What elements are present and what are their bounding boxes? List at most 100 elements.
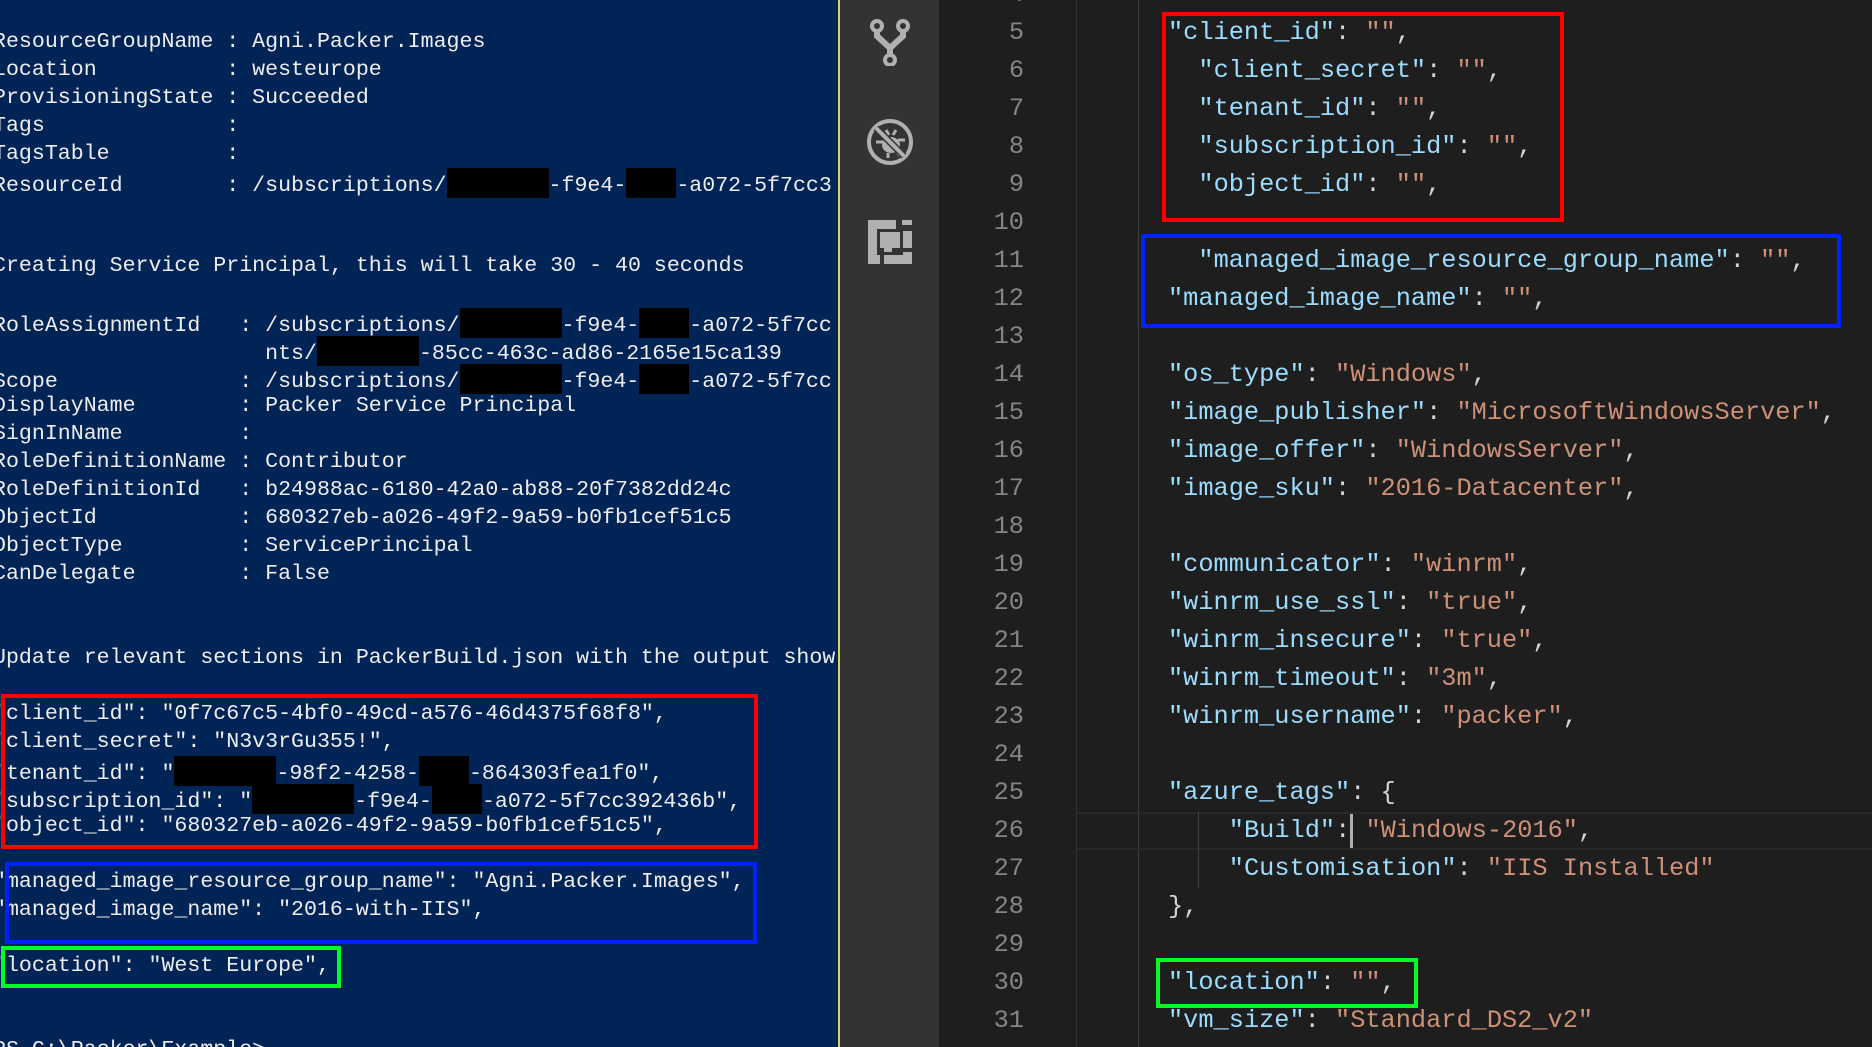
terminal-text: -85cc-463c-ad86-2165e15ca139 — [418, 342, 782, 366]
code-line[interactable]: "image_offer": "WindowsServer", — [1168, 432, 1639, 470]
terminal-line: PS C:\Packer\Example> — [0, 1036, 835, 1047]
json-punctuation: : — [1335, 474, 1366, 504]
extensions-icon[interactable] — [866, 218, 914, 266]
terminal-text: -f9e4- — [548, 174, 627, 198]
json-string: "Windows" — [1335, 360, 1472, 390]
terminal-text: CanDelegate : False — [0, 562, 330, 586]
code-editor[interactable]: "client_id": "", "client_secret": "", "ten… — [1077, 0, 1872, 1047]
code-line[interactable]: "os_type": "Windows", — [1168, 356, 1487, 394]
line-number-gutter: 4 5 6 7 8 9 10 11 12 13 14 15 16 17 18 19 20 21 22 23 24 25 26… — [939, 0, 1076, 1047]
terminal-text: Creating Service Principal, this will ta… — [0, 254, 745, 278]
terminal-text: ObjectType : ServicePrincipal — [0, 534, 473, 558]
json-string: "true" — [1441, 626, 1533, 656]
terminal-text: ResourceGroupName : Agni.Packer.Images — [0, 30, 486, 54]
json-punctuation: : — [1304, 1006, 1336, 1036]
redacted-block — [316, 336, 419, 366]
terminal-red-highlight-box — [1, 694, 758, 849]
terminal-line: Scope : /subscriptions/ -f9e4- -a072-5f7cc — [0, 364, 835, 394]
json-string: "WindowsServer" — [1395, 436, 1624, 466]
terminal-text: -a072-5f7cc — [689, 370, 832, 394]
terminal-line: RoleDefinitionId : b24988ac-6180-42a0-ab… — [0, 476, 835, 504]
json-key: "winrm_timeout" — [1168, 664, 1396, 694]
line-number: 18 — [993, 512, 1024, 542]
line-number: 11 — [993, 246, 1024, 276]
code-line[interactable]: "azure_tags": { — [1168, 774, 1396, 812]
line-number: 28 — [993, 892, 1024, 922]
json-punctuation: , — [1517, 588, 1533, 618]
line-number: 23 — [993, 702, 1024, 732]
json-key: "communicator" — [1168, 550, 1381, 580]
terminal-text: -a072-5f7cc — [689, 314, 832, 338]
code-line[interactable]: "image_sku": "2016-Datacenter", — [1168, 470, 1639, 508]
terminal-blue-highlight-box — [5, 862, 757, 944]
line-number: 7 — [1008, 94, 1024, 124]
json-key: "winrm_username" — [1168, 702, 1411, 732]
terminal-line: SignInName : — [0, 420, 835, 448]
code-line[interactable]: "winrm_insecure": "true", — [1168, 622, 1548, 660]
json-key: "Customisation" — [1228, 854, 1457, 884]
terminal-text: Scope : /subscriptions/ — [0, 370, 460, 394]
line-number: 29 — [993, 930, 1024, 960]
json-punctuation: : — [1395, 588, 1427, 618]
line-number: 17 — [993, 474, 1024, 504]
line-number: 10 — [993, 208, 1024, 238]
json-punctuation: : — [1365, 436, 1396, 466]
code-line[interactable]: "image_publisher": "MicrosoftWindowsServ… — [1168, 394, 1836, 432]
json-punctuation: : { — [1350, 778, 1396, 808]
json-punctuation: : — [1380, 550, 1411, 580]
terminal-line: RoleAssignmentId : /subscriptions/ -f9e4-… — [0, 308, 835, 338]
redacted-block — [446, 168, 549, 198]
json-punctuation: : — [1335, 816, 1366, 846]
code-line[interactable]: "winrm_timeout": "3m", — [1168, 660, 1502, 698]
code-line[interactable]: "Build": "Windows-2016", — [1229, 812, 1593, 850]
line-number: 26 — [993, 816, 1024, 846]
json-punctuation: , — [1517, 550, 1533, 580]
json-punctuation: : — [1410, 626, 1442, 656]
line-number: 21 — [993, 626, 1024, 656]
terminal-green-highlight-box — [1, 946, 341, 988]
line-number: 16 — [993, 436, 1024, 466]
terminal-text: -a072-5f7cc3 — [676, 174, 832, 198]
json-string: "MicrosoftWindowsServer" — [1456, 398, 1821, 428]
powershell-terminal[interactable]: ResourceGroupName : Agni.Packer.Images Lo… — [0, 0, 838, 1047]
json-string: "winrm" — [1410, 550, 1518, 580]
line-number: 22 — [993, 664, 1024, 694]
line-number: 4 — [1009, 0, 1024, 14]
code-line[interactable]: "vm_size": "Standard_DS2_v2" — [1168, 1002, 1593, 1040]
json-punctuation: : — [1456, 854, 1487, 884]
json-string: "Windows-2016" — [1365, 816, 1578, 846]
code-line[interactable]: "communicator": "winrm", — [1168, 546, 1532, 584]
line-number: 25 — [993, 778, 1024, 808]
terminal-text: ObjectId : 680327eb-a026-49f2-9a59-b0fb1… — [0, 506, 732, 530]
source-control-icon[interactable] — [866, 18, 914, 67]
redacted-block — [639, 364, 690, 394]
line-number: 13 — [993, 322, 1024, 352]
editor-green-highlight-box — [1156, 958, 1418, 1008]
code-line[interactable]: "winrm_use_ssl": "true", — [1168, 584, 1532, 622]
editor-red-highlight-box — [1162, 12, 1564, 222]
terminal-text: -f9e4- — [561, 314, 640, 338]
terminal-text: Update relevant sections in PackerBuild.… — [0, 646, 836, 670]
json-punctuation: : — [1426, 398, 1457, 428]
debug-disabled-icon[interactable] — [866, 118, 914, 166]
code-line[interactable]: }, — [1168, 888, 1198, 926]
json-key: "Build" — [1228, 816, 1336, 846]
redacted-block — [459, 364, 562, 394]
terminal-text: PS C:\Packer\Example> — [0, 1038, 265, 1047]
json-string: "IIS Installed" — [1486, 854, 1715, 884]
json-punctuation: : — [1410, 702, 1442, 732]
terminal-line: ObjectType : ServicePrincipal — [0, 532, 835, 560]
json-key: "os_type" — [1168, 360, 1305, 390]
json-key: "winrm_use_ssl" — [1168, 588, 1396, 618]
terminal-line: Creating Service Principal, this will ta… — [0, 252, 835, 280]
terminal-line: Update relevant sections in PackerBuild.… — [0, 644, 835, 672]
terminal-line: ProvisioningState : Succeeded — [0, 84, 835, 112]
code-line[interactable]: "Customisation": "IIS Installed" — [1229, 850, 1715, 888]
terminal-text: TagsTable : — [0, 142, 240, 166]
terminal-line: DisplayName : Packer Service Principal — [0, 392, 835, 420]
code-line[interactable]: "winrm_username": "packer", — [1168, 698, 1578, 736]
